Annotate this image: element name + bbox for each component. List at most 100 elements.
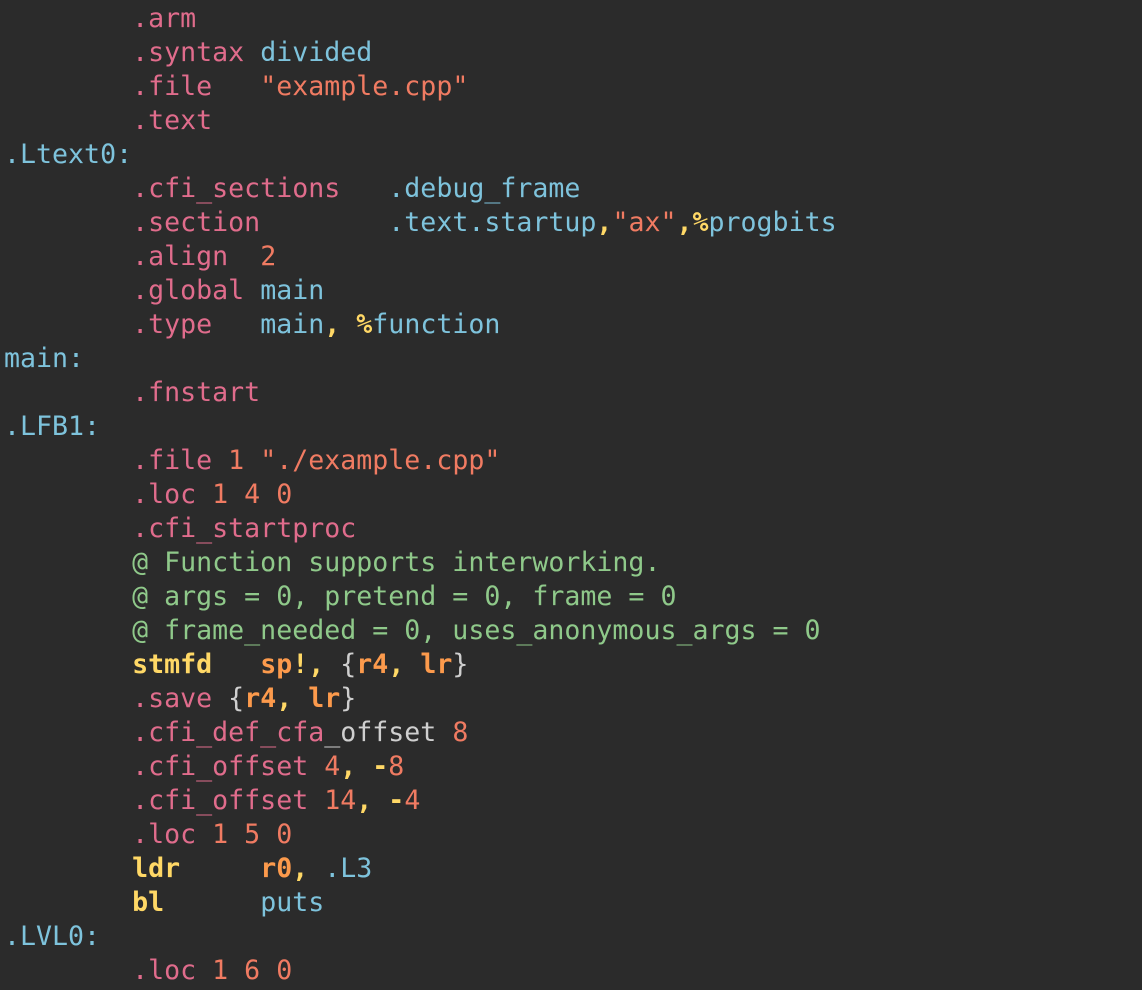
number-token: 1 4 0 [212, 479, 293, 510]
code-line: .save {r4, lr} [4, 682, 837, 716]
percent-token: % [692, 207, 709, 238]
directive-token: .arm [132, 3, 197, 34]
directive-token: .file [132, 445, 213, 476]
code-line: .syntax divided [4, 36, 837, 70]
register-token: sp [260, 649, 293, 680]
number-token: 1 [228, 445, 245, 476]
code-line: .cfi_def_cfa_offset 8 [4, 716, 837, 750]
identifier-token: .text.startup [388, 207, 597, 238]
directive-token: .cfi_offset [132, 785, 309, 816]
number-token: 1 5 0 [212, 819, 293, 850]
directive-token: .cfi_def_cfa [132, 717, 325, 748]
punctuation-token: , [292, 853, 309, 884]
directive-token: .align [132, 241, 229, 272]
code-line: .LVL0: [4, 920, 837, 954]
punctuation-token: , [276, 683, 293, 714]
directive-token: .global [132, 275, 245, 306]
identifier-token: main [260, 275, 325, 306]
identifier-token: divided [260, 37, 373, 68]
directive-token: .loc [132, 819, 197, 850]
code-line: stmfd sp!, {r4, lr} [4, 648, 837, 682]
code-line: .cfi_sections .debug_frame [4, 172, 837, 206]
number-token: 8 [388, 751, 405, 782]
directive-token: .type [132, 309, 213, 340]
directive-token: .section [132, 207, 261, 238]
number-token: 8 [452, 717, 469, 748]
punctuation-token: !, [292, 649, 325, 680]
instruction-token: ldr [132, 853, 181, 884]
code-line: .align 2 [4, 240, 837, 274]
code-line: bl puts [4, 886, 837, 920]
register-token: lr [308, 683, 341, 714]
assembly-code-view: .arm .syntax divided .file "example.cpp"… [4, 2, 837, 988]
identifier-token: .LFB1: [4, 411, 101, 442]
identifier-token: .LVL0: [4, 921, 101, 952]
directive-token: .loc [132, 955, 197, 986]
code-line: .global main [4, 274, 837, 308]
punctuation-token: , [388, 649, 405, 680]
code-line: @ Function supports interworking. [4, 546, 837, 580]
string-token: "./example.cpp" [260, 445, 501, 476]
punctuation-token: , [324, 309, 341, 340]
punctuation-token: , [356, 785, 373, 816]
punctuation-token: , [596, 207, 613, 238]
number-token: 2 [260, 241, 277, 272]
punctuation-token: , [340, 751, 357, 782]
code-line: .Ltext0: [4, 138, 837, 172]
identifier-token: puts [260, 887, 325, 918]
code-line: .arm [4, 2, 837, 36]
comment-token: @ args = 0, pretend = 0, frame = 0 [132, 581, 677, 612]
directive-token: .file [132, 71, 213, 102]
directive-token: .save [132, 683, 213, 714]
register-token: lr [420, 649, 453, 680]
code-line: .cfi_offset 4, -8 [4, 750, 837, 784]
identifier-token: main: [4, 343, 85, 374]
brace-token: { [228, 683, 245, 714]
number-token: 4 [404, 785, 421, 816]
code-line: .type main, %function [4, 308, 837, 342]
directive-token: .cfi_offset [132, 751, 309, 782]
brace-token: } [452, 649, 469, 680]
code-line: .cfi_offset 14, -4 [4, 784, 837, 818]
code-line: .section .text.startup,"ax",%progbits [4, 206, 837, 240]
code-line: main: [4, 342, 837, 376]
percent-token: % [356, 309, 373, 340]
